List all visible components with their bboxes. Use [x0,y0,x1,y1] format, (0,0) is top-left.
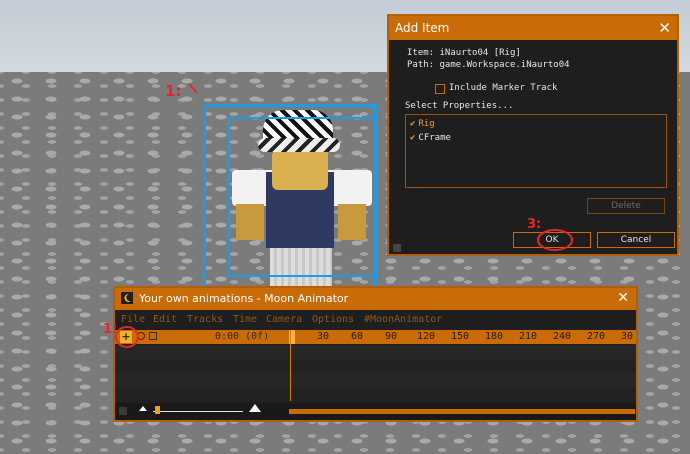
item-label: Item: [407,48,435,58]
zoom-slider-track[interactable] [153,411,243,412]
moon-animator-window: Your own animations - Moon Animator ✕ Fi… [103,286,638,422]
track-row [115,359,636,373]
checkmark-icon: ✔ [410,133,416,143]
frame-tick: 270 [587,331,606,342]
property-label: CFrame [418,133,451,143]
close-icon[interactable]: ✕ [658,19,671,37]
menu-time[interactable]: Time [233,314,257,325]
playhead-line [290,330,291,401]
item-info: Item: iNaurto04 [Rig] [407,48,521,58]
annotation-label: 1: [165,82,182,100]
annotation-circle-icon [537,229,573,251]
select-properties-label: Select Properties... [405,101,514,111]
annotation-step-1-rig: 1: [165,82,201,100]
item-value: iNaurto04 [Rig] [439,48,521,58]
menu-bar: File Edit Tracks Time Camera Options #Mo… [115,310,636,328]
track-row [115,373,636,387]
zoom-in-icon[interactable] [249,404,261,412]
timecode-readout: 0:00 (0f) [215,331,270,342]
include-marker-track-checkbox[interactable] [435,84,445,94]
include-marker-track-label: Include Marker Track [449,83,558,93]
delete-button[interactable]: Delete [587,198,665,214]
path-value: game.Workspace.iNaurto04 [439,60,570,70]
menu-edit[interactable]: Edit [153,314,177,325]
property-item-cframe[interactable]: ✔ CFrame [410,133,451,143]
menu-moonanimator[interactable]: #MoonAnimator [364,314,442,325]
timeline-header: + 0:00 (0f) 30 60 90 120 150 180 210 240… [115,330,636,344]
cancel-button[interactable]: Cancel [597,232,675,248]
frame-tick: 60 [351,331,364,342]
timeline-scrollbar[interactable] [289,409,635,414]
frame-tick: 180 [485,331,504,342]
annotation-arrow-icon [187,83,198,94]
rig-selection-box-inner [228,117,378,277]
frame-tick: 30 [317,331,330,342]
checkmark-icon: ✔ [410,119,416,129]
frame-tick: 240 [553,331,572,342]
track-list[interactable] [115,345,636,401]
property-label: Rig [418,119,435,129]
menu-options[interactable]: Options [312,314,354,325]
dialog-titlebar[interactable]: Add Item ✕ [389,16,677,40]
moon-title: Your own animations - Moon Animator [139,292,349,305]
add-item-dialog: Add Item ✕ Item: iNaurto04 [Rig] Path: g… [387,14,679,256]
moon-titlebar[interactable]: Your own animations - Moon Animator ✕ [115,288,636,310]
stop-icon[interactable] [149,332,157,340]
moon-logo-icon [121,292,133,304]
path-info: Path: game.Workspace.iNaurto04 [407,60,570,70]
frame-tick: 150 [451,331,470,342]
resize-grip-icon[interactable] [393,244,401,252]
corner-square-icon [119,407,127,415]
dialog-title: Add Item [395,21,450,35]
frame-tick: 30 [621,331,634,342]
menu-tracks[interactable]: Tracks [187,314,223,325]
menu-file[interactable]: File [121,314,145,325]
zoom-out-icon[interactable] [139,406,147,411]
close-icon[interactable]: ✕ [617,290,629,306]
menu-camera[interactable]: Camera [266,314,302,325]
annotation-circle-icon [115,326,139,348]
frame-tick: 90 [385,331,398,342]
track-row [115,345,636,359]
track-row [115,387,636,401]
bottom-bar [115,403,636,420]
path-label: Path: [407,60,435,70]
frame-tick: 120 [417,331,436,342]
properties-list: ✔ Rig ✔ CFrame [405,114,667,188]
property-item-rig[interactable]: ✔ Rig [410,119,435,129]
zoom-slider-knob[interactable] [155,406,160,414]
frame-tick: 210 [519,331,538,342]
